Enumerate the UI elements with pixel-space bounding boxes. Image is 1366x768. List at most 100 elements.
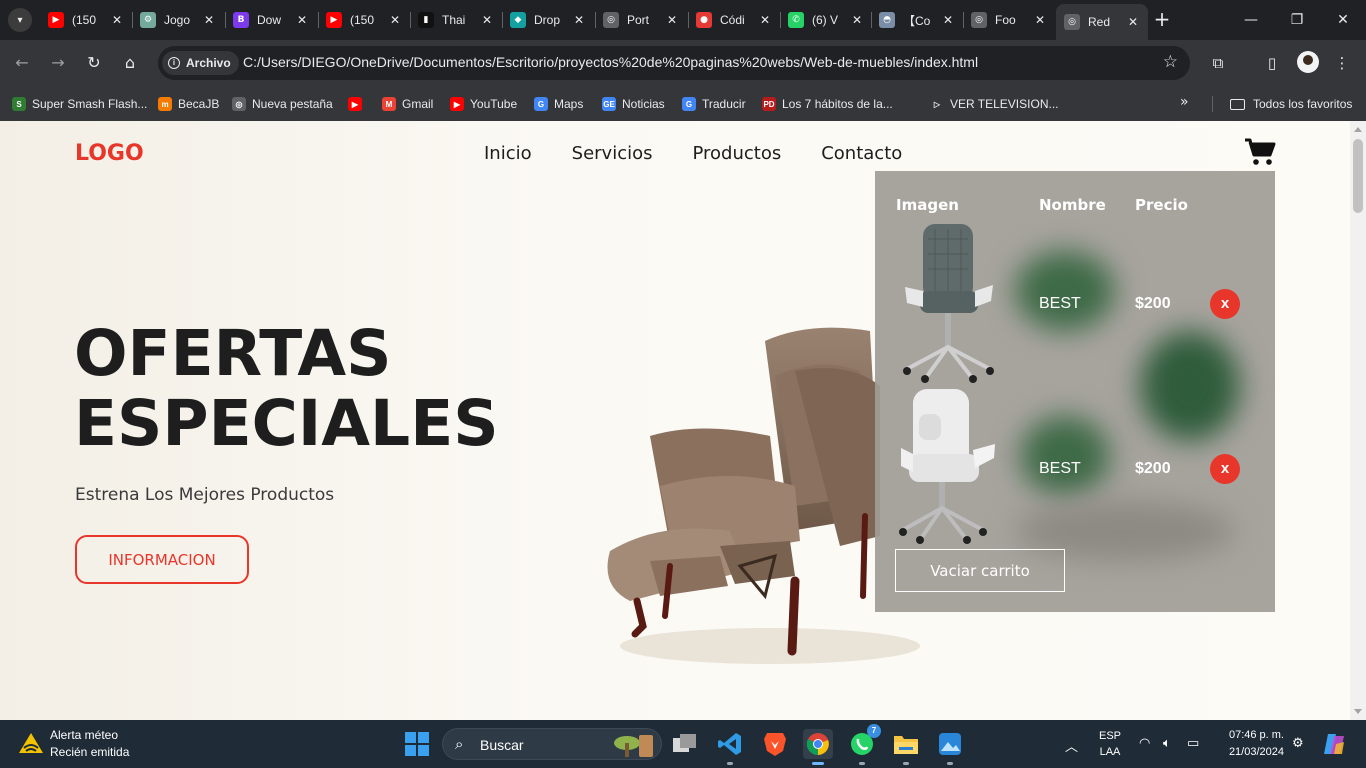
site-logo[interactable]: LOGO: [75, 141, 144, 166]
tab-close-icon[interactable]: ✕: [572, 13, 586, 27]
bookmarks-divider: [1212, 96, 1213, 112]
cart-item-image: [903, 224, 994, 383]
main-nav: Inicio Servicios Productos Contacto: [484, 143, 902, 164]
back-arrow-icon[interactable]: ←: [10, 51, 34, 75]
bookmarks-bar: S Super Smash Flash... m BecaJB ◎ Nueva pesta…: [0, 86, 1366, 121]
bookmark-item[interactable]: ▶ YouTube: [450, 94, 517, 114]
tab-close-icon[interactable]: ✕: [941, 13, 955, 27]
bookmark-item[interactable]: m BecaJB: [158, 94, 219, 114]
bookmark-item[interactable]: S Super Smash Flash...: [12, 94, 147, 114]
browser-tab[interactable]: ◓ 【Co ✕: [871, 4, 963, 36]
browser-tab[interactable]: ◎ Red ✕: [1056, 4, 1148, 40]
bookmark-item[interactable]: ▷ VER TELEVISION...: [930, 94, 1059, 114]
address-bar[interactable]: i Archivo C:/Users/DIEGO/OneDrive/Docume…: [158, 46, 1190, 80]
clock-date[interactable]: 21/03/2024: [1212, 746, 1284, 758]
file-explorer-icon[interactable]: [891, 729, 921, 765]
bookmark-item[interactable]: G Traducir: [682, 94, 746, 114]
tab-close-icon[interactable]: ✕: [850, 13, 864, 27]
vscode-icon[interactable]: [715, 729, 745, 765]
nav-link-servicios[interactable]: Servicios: [572, 143, 653, 164]
home-icon[interactable]: ⌂: [118, 51, 142, 75]
url-text[interactable]: C:/Users/DIEGO/OneDrive/Documentos/Escri…: [243, 54, 978, 70]
bookmark-favicon-icon: S: [12, 97, 26, 111]
all-bookmarks-folder[interactable]: Todos los favoritos: [1230, 94, 1352, 114]
scroll-down-arrow-icon[interactable]: [1354, 709, 1362, 714]
scrollbar-thumb[interactable]: [1353, 139, 1363, 213]
tab-close-icon[interactable]: ✕: [665, 13, 679, 27]
wifi-icon[interactable]: ◠: [1139, 736, 1150, 751]
tab-close-icon[interactable]: ✕: [110, 13, 124, 27]
whatsapp-icon[interactable]: 7: [847, 724, 881, 765]
taskbar-search-box[interactable]: ⌕ Buscar: [442, 728, 662, 760]
minimize-icon[interactable]: —: [1228, 0, 1274, 40]
tab-close-icon[interactable]: ✕: [758, 13, 772, 27]
battery-icon[interactable]: ▭: [1187, 736, 1199, 751]
task-view-icon[interactable]: [670, 729, 700, 759]
close-window-icon[interactable]: ✕: [1320, 0, 1366, 40]
tab-close-icon[interactable]: ✕: [1126, 15, 1140, 29]
taskbar-search-placeholder: Buscar: [480, 737, 524, 753]
volume-icon[interactable]: 🔈︎: [1163, 736, 1171, 751]
site-info-chip[interactable]: i Archivo: [162, 51, 239, 75]
notification-bell-icon[interactable]: ⚙: [1292, 736, 1304, 751]
weather-subtitle[interactable]: Recién emitida: [50, 745, 129, 759]
windows-start-icon[interactable]: [405, 732, 429, 756]
browser-tab[interactable]: ◆ Drop ✕: [502, 4, 594, 36]
remove-item-button[interactable]: x: [1210, 289, 1240, 319]
nav-link-productos[interactable]: Productos: [692, 143, 781, 164]
language-indicator-bottom[interactable]: LAA: [1096, 746, 1124, 758]
profile-avatar[interactable]: [1297, 51, 1319, 73]
nav-link-contacto[interactable]: Contacto: [821, 143, 902, 164]
browser-tab[interactable]: ✆ (6) V ✕: [780, 4, 872, 36]
tab-close-icon[interactable]: ✕: [202, 13, 216, 27]
tab-search-chevron-icon[interactable]: ▾: [8, 8, 32, 32]
bookmark-star-icon[interactable]: ☆: [1163, 52, 1178, 72]
weather-title[interactable]: Alerta méteo: [50, 728, 118, 742]
info-button[interactable]: INFORMACION: [75, 535, 249, 584]
bookmark-label: YouTube: [470, 97, 518, 111]
bookmark-favicon-icon: G: [682, 97, 696, 111]
browser-tab[interactable]: ● Códi ✕: [688, 4, 780, 36]
page-scrollbar[interactable]: [1350, 121, 1366, 720]
tab-close-icon[interactable]: ✕: [295, 13, 309, 27]
tab-close-icon[interactable]: ✕: [1033, 13, 1047, 27]
browser-tab[interactable]: ▮ Thai ✕: [410, 4, 502, 36]
new-tab-plus-icon[interactable]: +: [1150, 8, 1174, 32]
more-bookmarks-chevron-icon[interactable]: »: [1180, 94, 1189, 110]
browser-tab[interactable]: ◎ Port ✕: [595, 4, 687, 36]
bookmark-item[interactable]: ▶: [348, 94, 368, 114]
bookmark-item[interactable]: PD Los 7 hábitos de la...: [762, 94, 893, 114]
bookmark-item[interactable]: GE Noticias: [602, 94, 665, 114]
tab-close-icon[interactable]: ✕: [388, 13, 402, 27]
bookmark-favicon-icon: ◎: [232, 97, 246, 111]
menu-kebab-icon[interactable]: ⋮: [1330, 51, 1354, 75]
remove-item-button[interactable]: x: [1210, 454, 1240, 484]
browser-tab[interactable]: ⚙ Jogo ✕: [132, 4, 224, 36]
side-panel-icon[interactable]: ▯: [1260, 51, 1284, 75]
bookmark-item[interactable]: ◎ Nueva pestaña: [232, 94, 333, 114]
photos-app-icon[interactable]: [935, 729, 965, 765]
shopping-cart-icon[interactable]: [1244, 138, 1276, 166]
copilot-icon[interactable]: [1320, 729, 1348, 759]
language-indicator-top[interactable]: ESP: [1096, 730, 1124, 742]
browser-tab[interactable]: ◎ Foo ✕: [963, 4, 1055, 36]
browser-tab[interactable]: B Dow ✕: [225, 4, 317, 36]
show-hidden-icons-chevron-icon[interactable]: ︿: [1065, 736, 1078, 755]
brave-browser-icon[interactable]: [760, 729, 790, 759]
reload-icon[interactable]: ↻: [82, 51, 106, 75]
browser-tab[interactable]: ▶ (150 ✕: [40, 4, 132, 36]
tab-close-icon[interactable]: ✕: [480, 13, 494, 27]
scroll-up-arrow-icon[interactable]: [1354, 127, 1362, 132]
clock-time[interactable]: 07:46 p. m.: [1212, 729, 1284, 741]
restore-icon[interactable]: ❐: [1274, 0, 1320, 40]
tab-favicon-icon: ●: [696, 12, 712, 28]
empty-cart-button[interactable]: Vaciar carrito: [895, 549, 1065, 592]
chrome-icon[interactable]: [803, 729, 833, 765]
extensions-puzzle-icon[interactable]: ⧉: [1206, 51, 1230, 75]
forward-arrow-icon[interactable]: →: [46, 51, 70, 75]
nav-link-inicio[interactable]: Inicio: [484, 143, 532, 164]
browser-tab[interactable]: ▶ (150 ✕: [318, 4, 410, 36]
bookmark-item[interactable]: G Maps: [534, 94, 583, 114]
weather-alert-icon[interactable]: [18, 731, 44, 755]
bookmark-item[interactable]: M Gmail: [382, 94, 433, 114]
